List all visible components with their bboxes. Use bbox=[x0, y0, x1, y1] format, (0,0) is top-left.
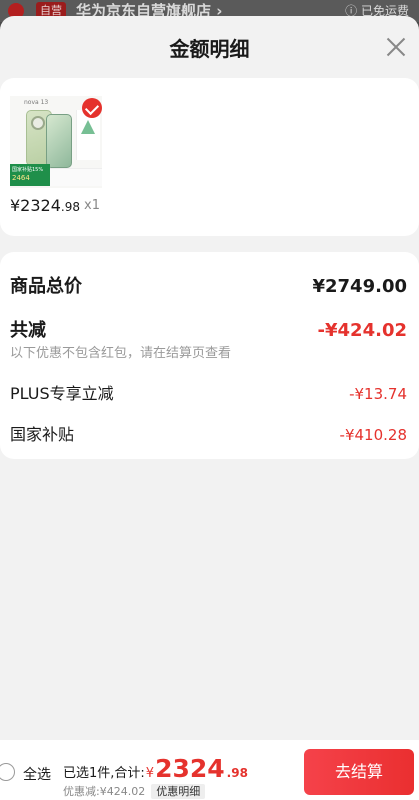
national-subsidy-row: 国家补贴 -¥410.28 bbox=[10, 421, 407, 445]
discount-note: 以下优惠不包含红包，请在结算页查看 bbox=[10, 346, 232, 361]
total-reduction-label: 共减 bbox=[10, 320, 46, 341]
phone-front-image bbox=[46, 114, 72, 168]
subsidy-banner: 国家补贴15% 2464 bbox=[10, 164, 50, 186]
plus-discount-label: PLUS专享立减 bbox=[10, 384, 114, 403]
selected-check-icon[interactable] bbox=[82, 98, 102, 118]
checkout-button[interactable]: 去结算 bbox=[304, 749, 414, 795]
checkout-bar: 全选 已选1件,合计: ¥ 2324 .98 优惠减:¥424.02 优惠明细 … bbox=[0, 740, 419, 800]
total-price-value: ¥2749.00 bbox=[312, 276, 407, 297]
amount-detail-sheet: 金额明细 nova 13 国家补贴15% 2464 ¥2324.98 x1 商品… bbox=[0, 16, 419, 800]
phone-camera-image bbox=[31, 116, 45, 130]
discount-summary: 优惠减:¥424.02 优惠明细 bbox=[63, 783, 206, 799]
plus-discount-value: -¥13.74 bbox=[349, 385, 407, 403]
summary-amount: 2324 bbox=[155, 754, 225, 783]
national-subsidy-label: 国家补贴 bbox=[10, 425, 75, 444]
discount-detail-button[interactable]: 优惠明细 bbox=[151, 783, 206, 799]
national-subsidy-value: -¥410.28 bbox=[339, 426, 407, 444]
sheet-title: 金额明细 bbox=[169, 37, 250, 61]
summary-cents: .98 bbox=[226, 766, 248, 780]
discount-amount-text: 优惠减:¥424.02 bbox=[63, 785, 146, 798]
total-reduction-row: 共减 -¥424.02 bbox=[10, 316, 407, 342]
select-all-radio[interactable] bbox=[0, 763, 15, 781]
sheet-header: 金额明细 bbox=[0, 16, 419, 78]
product-card: nova 13 国家补贴15% 2464 ¥2324.98 x1 bbox=[0, 78, 419, 236]
plus-discount-row: PLUS专享立减 -¥13.74 bbox=[10, 380, 407, 404]
product-quantity: x1 bbox=[84, 198, 100, 213]
product-image[interactable]: nova 13 国家补贴15% 2464 bbox=[10, 96, 102, 188]
product-price: ¥2324.98 bbox=[10, 196, 80, 215]
triangle-logo-icon bbox=[81, 120, 95, 134]
total-price-label: 商品总价 bbox=[10, 276, 82, 297]
subsidy-amount: 2464 bbox=[12, 174, 30, 182]
total-price-row: 商品总价 ¥2749.00 bbox=[10, 272, 407, 298]
product-feature-strip bbox=[50, 168, 102, 186]
selected-summary: 已选1件,合计: ¥ 2324 .98 bbox=[63, 756, 248, 781]
summary-lead: 已选1件,合计: bbox=[63, 766, 145, 781]
subsidy-label: 国家补贴15% bbox=[12, 167, 44, 173]
product-price-main: ¥2324 bbox=[10, 196, 61, 215]
close-icon[interactable] bbox=[385, 36, 407, 58]
product-price-cents: .98 bbox=[60, 200, 80, 214]
total-reduction-value: -¥424.02 bbox=[317, 320, 407, 341]
summary-currency: ¥ bbox=[145, 766, 155, 781]
price-detail-card: 商品总价 ¥2749.00 共减 -¥424.02 以下优惠不包含红包，请在结算… bbox=[0, 252, 419, 459]
select-all-label[interactable]: 全选 bbox=[23, 764, 51, 784]
product-brand-mark: nova 13 bbox=[24, 99, 49, 106]
